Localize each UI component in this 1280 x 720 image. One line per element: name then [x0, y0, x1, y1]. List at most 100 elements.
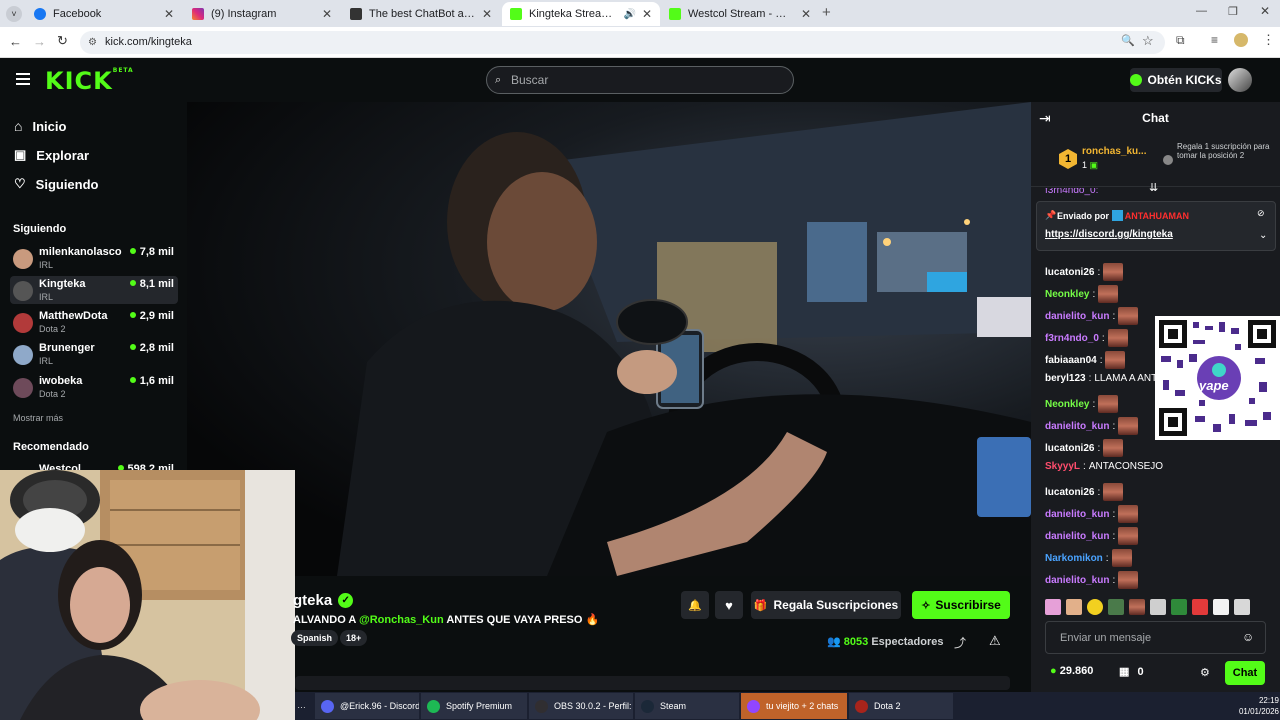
chat-colon: :	[1105, 552, 1109, 564]
restore-icon[interactable]: ❐	[1228, 5, 1238, 18]
emote-button[interactable]	[1066, 599, 1082, 615]
audio-playing-icon[interactable]: 🔊	[623, 9, 635, 20]
profile-icon[interactable]	[1234, 33, 1248, 47]
expand-pin-icon[interactable]: ⌄	[1259, 230, 1267, 241]
browser-tab-chatbot[interactable]: The best ChatBot and Widgets ✕	[342, 2, 500, 26]
taskbar-app[interactable]: Steam	[635, 693, 739, 719]
chat-username[interactable]: SkyyyL	[1045, 461, 1080, 472]
scroll-pinned-icon[interactable]: ⇊	[1149, 181, 1158, 194]
browser-tab-facebook[interactable]: Facebook ✕	[26, 2, 182, 26]
emote-button[interactable]	[1087, 599, 1103, 615]
tag-language[interactable]: Spanish	[291, 630, 339, 646]
emote-button[interactable]	[1234, 599, 1250, 615]
user-avatar[interactable]	[1228, 68, 1252, 92]
sidebar-item-explorar[interactable]: ▣ Explorar	[14, 147, 89, 163]
chat-username[interactable]: lucatoni26	[1045, 267, 1094, 278]
emote-button[interactable]	[1129, 599, 1145, 615]
get-kicks-button[interactable]: Obtén KICKs	[1130, 68, 1222, 92]
browser-tab-westcol[interactable]: Westcol Stream - Watch Live on ✕	[661, 2, 819, 26]
extensions-icon[interactable]: ⧉	[1176, 33, 1185, 48]
browser-tab-instagram[interactable]: (9) Instagram ✕	[184, 2, 340, 26]
emote-button[interactable]	[1108, 599, 1124, 615]
back-icon[interactable]: ←	[9, 34, 22, 49]
sidebar-item-siguiendo[interactable]: ♡ Siguiendo	[14, 176, 99, 192]
pinned-link[interactable]: https://discord.gg/kingteka	[1045, 229, 1173, 240]
clock[interactable]: 22:19 01/01/2026	[1233, 695, 1279, 717]
reading-list-icon[interactable]: ≡	[1211, 33, 1218, 47]
taskbar-app[interactable]: tu viejito + 2 chats	[741, 693, 847, 719]
emote-button[interactable]	[1150, 599, 1166, 615]
gift-subs-button[interactable]: 🎁 Regala Suscripciones	[751, 591, 901, 619]
report-icon[interactable]: ⚠	[989, 633, 1001, 649]
url-input[interactable]: ⚙ kick.com/kingteka	[80, 31, 1165, 54]
hide-pin-icon[interactable]: ⊘	[1257, 208, 1265, 219]
reload-icon[interactable]: ↻	[57, 33, 68, 49]
chat-username[interactable]: danielito_kun	[1045, 311, 1109, 322]
tag-age-rating[interactable]: 18+	[340, 630, 368, 646]
chat-username[interactable]: danielito_kun	[1045, 531, 1109, 542]
taskbar-app[interactable]: Spotify Premium	[421, 693, 527, 719]
followed-channel[interactable]: MatthewDota Dota 2 2,9 mil	[10, 308, 178, 336]
chat-username[interactable]: lucatoni26	[1045, 443, 1094, 454]
zoom-icon[interactable]: 🔍	[1121, 34, 1135, 47]
close-icon[interactable]: ✕	[642, 7, 652, 21]
subscribe-button[interactable]: ✧ Suscribirse	[912, 591, 1010, 619]
tab-list-dropdown[interactable]: ˅	[6, 6, 22, 22]
minimize-icon[interactable]: —	[1196, 5, 1207, 17]
taskbar-app[interactable]: @Erick.96 - Discord	[315, 693, 419, 719]
bookmark-star-icon[interactable]: ☆	[1142, 33, 1154, 49]
chat-username[interactable]: danielito_kun	[1045, 509, 1109, 520]
chat-username[interactable]: danielito_kun	[1045, 575, 1109, 586]
emote-button[interactable]	[1192, 599, 1208, 615]
browser-menu-icon[interactable]: ⋮	[1262, 32, 1275, 48]
kick-logo[interactable]: KICKBETA	[45, 67, 134, 95]
taskbar-overflow-icon[interactable]: …	[297, 700, 306, 710]
followed-channel[interactable]: milenkanolasco IRL 7,8 mil	[10, 244, 178, 272]
chat-username[interactable]: lucatoni26	[1045, 487, 1094, 498]
followed-channel[interactable]: Kingteka IRL 8,1 mil	[10, 276, 178, 304]
search-input[interactable]: ⌕ Buscar	[486, 66, 794, 94]
chat-username[interactable]: Neonkley	[1045, 399, 1089, 410]
close-window-icon[interactable]: ✕	[1260, 4, 1270, 18]
chat-username[interactable]: beryl123	[1045, 373, 1086, 384]
share-icon[interactable]: ⤴	[954, 634, 966, 651]
channel-title[interactable]: gteka ✓	[293, 592, 354, 609]
show-more-link[interactable]: Mostrar más	[13, 413, 63, 423]
close-icon[interactable]: ✕	[482, 7, 492, 21]
notifications-button[interactable]: 🔔	[681, 591, 709, 619]
follow-button[interactable]: ♥	[715, 591, 743, 619]
new-tab-icon[interactable]: +	[822, 4, 831, 21]
site-info-icon[interactable]: ⚙	[88, 31, 97, 54]
chat-username[interactable]: fabiaaan04	[1045, 355, 1097, 366]
emote-button[interactable]	[1213, 599, 1229, 615]
chat-input[interactable]: Enviar un mensaje ☺	[1045, 621, 1266, 654]
chat-username[interactable]: Narkomikon	[1045, 553, 1103, 564]
mention-link[interactable]: @Ronchas_Kun	[359, 614, 444, 626]
video-player[interactable]	[187, 102, 1031, 576]
leader-name[interactable]: ronchas_ku...	[1082, 146, 1146, 157]
store-count[interactable]: ▦ 0	[1119, 665, 1144, 678]
followed-channel[interactable]: iwobeka Dota 2 1,6 mil	[10, 373, 178, 401]
sidebar-item-inicio[interactable]: ⌂ Inicio	[14, 118, 66, 134]
chat-username[interactable]: danielito_kun	[1045, 421, 1109, 432]
kicks-balance[interactable]: ● 29.860	[1050, 665, 1093, 677]
emote-button[interactable]	[1171, 599, 1187, 615]
emote-button[interactable]	[1045, 599, 1061, 615]
hamburger-menu-icon[interactable]	[16, 73, 30, 85]
chat-message: danielito_kun:	[1045, 505, 1139, 523]
followed-channel[interactable]: Brunenger IRL 2,8 mil	[10, 340, 178, 368]
taskbar-app[interactable]: Dota 2	[849, 693, 953, 719]
chat-username[interactable]: f3rn4ndo_0	[1045, 333, 1099, 344]
emoji-icon[interactable]: ☺	[1242, 630, 1254, 644]
chat-username[interactable]: Neonkley	[1045, 289, 1089, 300]
close-icon[interactable]: ✕	[322, 7, 332, 21]
browser-tab-kingteka[interactable]: Kingteka Stream - Watch Li 🔊 ✕	[502, 2, 660, 26]
gift-promo-text[interactable]: Regala 1 suscripción para tomar la posic…	[1177, 142, 1277, 160]
chat-settings-icon[interactable]: ⚙	[1200, 666, 1210, 679]
taskbar-app[interactable]: OBS 30.0.2 - Perfil: ...	[529, 693, 633, 719]
forward-icon[interactable]: →	[33, 34, 46, 49]
close-icon[interactable]: ✕	[801, 7, 811, 21]
pinned-message[interactable]: 📌 Enviado por ANTAHUAMAN ⊘ https://disco…	[1036, 201, 1276, 251]
send-chat-button[interactable]: Chat	[1225, 661, 1265, 685]
close-icon[interactable]: ✕	[164, 7, 174, 21]
